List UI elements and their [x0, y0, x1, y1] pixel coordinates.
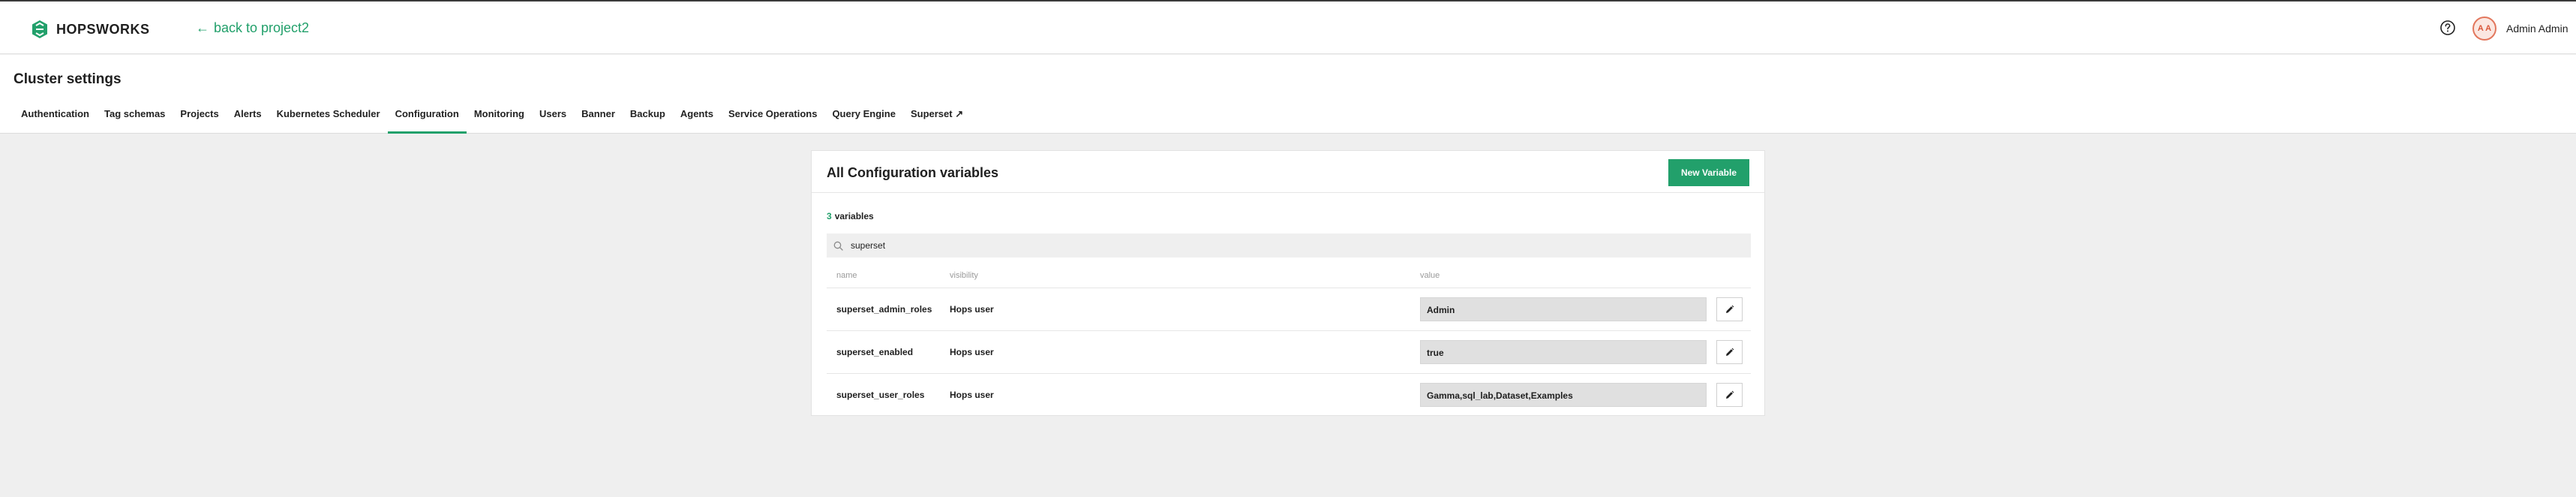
tab-query-engine[interactable]: Query Engine — [824, 109, 903, 134]
brand-name: HOPSWORKS — [56, 21, 150, 37]
tab-projects[interactable]: Projects — [173, 109, 226, 134]
tab-banner[interactable]: Banner — [574, 109, 623, 134]
tab-agents[interactable]: Agents — [673, 109, 721, 134]
table-row: superset_enabled Hops user true — [827, 330, 1751, 373]
new-variable-button[interactable]: New Variable — [1668, 159, 1749, 186]
tab-alerts[interactable]: Alerts — [227, 109, 269, 134]
tab-monitoring[interactable]: Monitoring — [467, 109, 532, 134]
tab-kubernetes-scheduler[interactable]: Kubernetes Scheduler — [269, 109, 388, 134]
tab-service-operations[interactable]: Service Operations — [721, 109, 825, 134]
variable-name: superset_enabled — [836, 347, 914, 357]
variable-value-field: true — [1420, 340, 1707, 364]
app-header: HOPSWORKS ← back to project2 A A Admin A… — [0, 2, 2576, 54]
avatar[interactable]: A A — [2472, 17, 2496, 41]
arrow-left-icon: ← — [196, 20, 209, 35]
edit-button[interactable] — [1716, 383, 1743, 407]
configuration-card: All Configuration variables New Variable… — [811, 150, 1765, 416]
back-link-label: back to project2 — [214, 20, 310, 35]
tab-tag-schemas[interactable]: Tag schemas — [97, 109, 173, 134]
variable-visibility: Hops user — [950, 390, 994, 400]
column-header-value: value — [1420, 271, 1440, 280]
pencil-icon — [1726, 390, 1734, 399]
tab-users[interactable]: Users — [532, 109, 574, 134]
variable-value-field: Gamma,sql_lab,Dataset,Examples — [1420, 383, 1707, 407]
page-title: Cluster settings — [14, 71, 122, 87]
table-row: superset_admin_roles Hops user Admin — [827, 288, 1751, 330]
hopsworks-logo-icon — [32, 20, 47, 38]
column-header-visibility: visibility — [950, 271, 978, 280]
variable-name: superset_user_roles — [836, 390, 925, 400]
variable-count: 3 variables — [827, 211, 874, 221]
tab-backup[interactable]: Backup — [623, 109, 673, 134]
variable-value-field: Admin — [1420, 297, 1707, 321]
edit-button[interactable] — [1716, 340, 1743, 364]
tab-authentication[interactable]: Authentication — [14, 109, 97, 134]
edit-button[interactable] — [1716, 297, 1743, 321]
search-icon — [833, 241, 843, 251]
pencil-icon — [1726, 348, 1734, 356]
tab-configuration[interactable]: Configuration — [387, 109, 467, 134]
card-title: All Configuration variables — [827, 165, 999, 180]
user-name[interactable]: Admin Admin — [2506, 23, 2568, 35]
variable-visibility: Hops user — [950, 304, 994, 315]
variable-count-label: variables — [834, 211, 874, 221]
variable-visibility: Hops user — [950, 347, 994, 357]
variable-name: superset_admin_roles — [836, 304, 932, 315]
column-header-name: name — [836, 271, 857, 280]
search-input[interactable] — [851, 240, 1713, 251]
search-bar[interactable] — [827, 233, 1751, 258]
table-row: superset_user_roles Hops user Gamma,sql_… — [827, 373, 1751, 416]
settings-header: Cluster settings Authentication Tag sche… — [0, 55, 2576, 134]
back-to-project-link[interactable]: ← back to project2 — [196, 20, 309, 36]
tab-superset[interactable]: Superset ↗ — [903, 109, 971, 134]
variable-count-number: 3 — [827, 211, 832, 221]
pencil-icon — [1726, 305, 1734, 313]
card-header: All Configuration variables New Variable — [812, 151, 1764, 193]
brand-logo[interactable]: HOPSWORKS — [30, 20, 150, 39]
help-circle-icon[interactable] — [2439, 20, 2456, 36]
settings-tabs: Authentication Tag schemas Projects Aler… — [14, 109, 971, 134]
